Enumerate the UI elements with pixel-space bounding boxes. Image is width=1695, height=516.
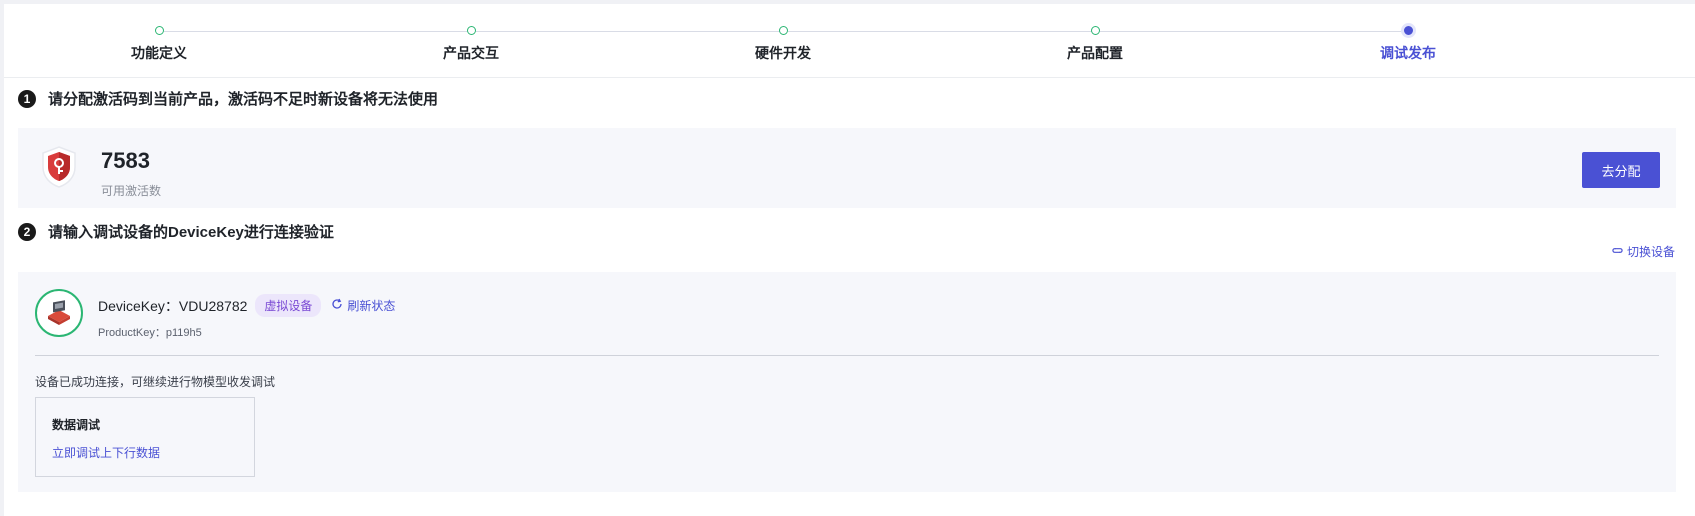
data-debug-card: 数据调试 立即调试上下行数据: [35, 397, 255, 477]
main-card: 功能定义 产品交互 硬件开发 产品配置 调试发布 1 请分配激活码到当前产品，激…: [4, 4, 1695, 516]
virtual-device-badge: 虚拟设备: [255, 294, 322, 317]
step-label: 调试发布: [1380, 45, 1436, 61]
step-dot-active: [1403, 26, 1413, 35]
section-activation-header: 1 请分配激活码到当前产品，激活码不足时新设备将无法使用: [18, 88, 438, 109]
refresh-status-label: 刷新状态: [347, 299, 396, 313]
step-number-badge: 2: [18, 222, 36, 241]
step-dot: [154, 26, 164, 35]
step-dot: [466, 26, 476, 35]
device-avatar: [35, 289, 83, 337]
section-title: 请输入调试设备的DeviceKey进行连接验证: [48, 224, 334, 241]
device-icon: [48, 300, 70, 325]
device-key-row: DeviceKey：VDU28782 虚拟设备 刷新状态: [98, 294, 395, 317]
device-panel: DeviceKey：VDU28782 虚拟设备 刷新状态 ProductKey：…: [18, 272, 1676, 492]
step-number-badge: 1: [18, 89, 36, 108]
refresh-icon: [331, 298, 343, 313]
step-product-interaction[interactable]: 产品交互: [391, 26, 551, 63]
product-key: ProductKey：p119h5: [98, 327, 202, 339]
progress-stepper: 功能定义 产品交互 硬件开发 产品配置 调试发布: [4, 4, 1695, 78]
step-product-configuration[interactable]: 产品配置: [1015, 26, 1175, 63]
section-title: 请分配激活码到当前产品，激活码不足时新设备将无法使用: [48, 91, 439, 108]
assign-button[interactable]: 去分配: [1582, 152, 1660, 188]
step-label: 产品交互: [443, 45, 499, 61]
refresh-status-link[interactable]: 刷新状态: [331, 297, 395, 314]
switch-icon: [1612, 245, 1623, 259]
start-debug-link[interactable]: 立即调试上下行数据: [52, 444, 160, 461]
switch-device-label: 切换设备: [1626, 245, 1675, 259]
activation-panel: 7583 可用激活数 去分配: [18, 128, 1676, 208]
section-device-header: 2 请输入调试设备的DeviceKey进行连接验证: [18, 221, 334, 242]
step-label: 硬件开发: [755, 45, 811, 61]
shield-key-icon: [40, 145, 78, 189]
step-dot: [778, 26, 788, 35]
activation-count: 7583: [101, 148, 150, 173]
connection-status-message: 设备已成功连接，可继续进行物模型收发调试: [35, 375, 276, 389]
switch-device-link[interactable]: 切换设备: [1612, 243, 1675, 260]
device-key: DeviceKey：VDU28782: [98, 297, 248, 314]
data-debug-title: 数据调试: [52, 418, 101, 432]
step-function-definition[interactable]: 功能定义: [79, 26, 239, 63]
step-dot: [1090, 26, 1100, 35]
step-label: 产品配置: [1067, 45, 1123, 61]
step-label: 功能定义: [131, 45, 187, 61]
divider: [35, 355, 1659, 356]
step-debug-release[interactable]: 调试发布: [1328, 26, 1488, 63]
activation-count-label: 可用激活数: [101, 184, 162, 198]
step-hardware-development[interactable]: 硬件开发: [703, 26, 863, 63]
